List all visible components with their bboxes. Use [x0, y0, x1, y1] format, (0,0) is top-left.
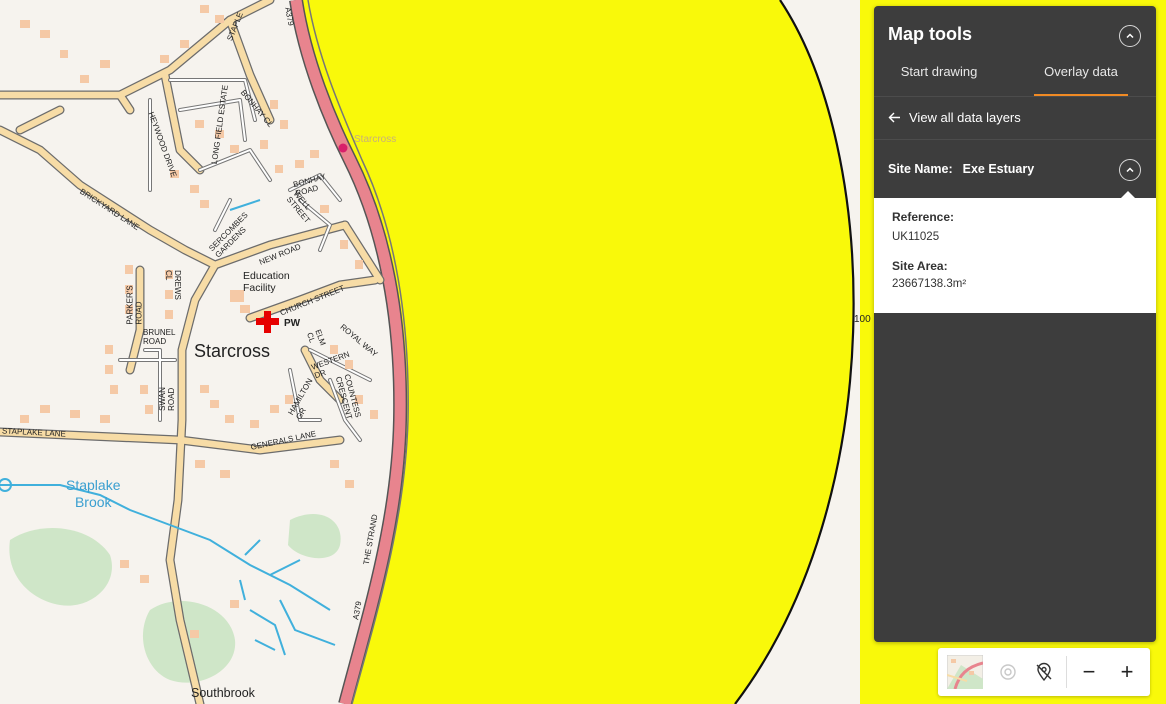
locate-button[interactable] — [994, 654, 1022, 690]
panel-title: Map tools — [888, 24, 972, 44]
pw-label: PW — [284, 318, 301, 329]
reference-value: UK11025 — [892, 231, 940, 243]
map-tools-panel: Map tools Start drawing Overlay data Vie… — [874, 6, 1156, 642]
site-details-collapse-button[interactable] — [1119, 159, 1141, 181]
chevron-up-icon — [1126, 167, 1134, 173]
arrow-left-icon — [888, 112, 900, 122]
tabs-divider — [874, 96, 1156, 97]
hide-location-button[interactable] — [1030, 654, 1058, 690]
road-label-swan-road: SWAN ROAD — [157, 387, 176, 411]
map-toolbar: − + — [938, 648, 1150, 696]
tab-start-drawing[interactable]: Start drawing — [874, 62, 1004, 96]
site-info-card: Reference: UK11025 Site Area: 23667138.3… — [874, 198, 1156, 313]
zoom-in-button[interactable]: + — [1112, 654, 1142, 690]
place-label-starcross: Starcross — [194, 341, 271, 361]
panel-tabs: Start drawing Overlay data — [874, 62, 1156, 96]
view-all-data-layers-link[interactable]: View all data layers — [888, 108, 1021, 126]
southbrook-label: Southbrook — [191, 686, 255, 700]
back-link-label: View all data layers — [909, 109, 1021, 125]
panel-collapse-button[interactable] — [1119, 25, 1141, 47]
toolbar-divider — [1066, 656, 1067, 688]
scale-label: 100 — [854, 314, 871, 325]
station-marker — [338, 143, 348, 153]
station-label: Starcross — [354, 134, 397, 145]
locate-icon — [1000, 664, 1016, 680]
site-area-label: Site Area: — [892, 259, 948, 273]
reference-label: Reference: — [892, 210, 955, 224]
chevron-up-icon — [1126, 33, 1134, 39]
road-label-drews-cl: DREWS CL — [163, 270, 182, 300]
back-divider — [874, 139, 1156, 140]
tab-overlay-data[interactable]: Overlay data — [1034, 62, 1128, 96]
no-location-icon — [1036, 662, 1052, 682]
site-name-value: Exe Estuary — [962, 162, 1035, 176]
staplake-brook-label: Staplake Brook — [66, 477, 121, 510]
basemap-thumbnail-icon — [947, 655, 983, 689]
zoom-out-button[interactable]: − — [1074, 654, 1104, 690]
site-name-row: Site Name: Exe Estuary — [888, 162, 1034, 176]
road-label-brunel-road: BRUNEL ROAD — [143, 328, 176, 346]
basemap-switch-button[interactable] — [946, 654, 984, 690]
education-facility-label: Education Facility — [243, 270, 290, 294]
site-area-value: 23667138.3m² — [892, 278, 967, 290]
road-label-parkers-road: PARKER'S ROAD — [125, 285, 144, 325]
site-name-label: Site Name: — [888, 162, 953, 176]
